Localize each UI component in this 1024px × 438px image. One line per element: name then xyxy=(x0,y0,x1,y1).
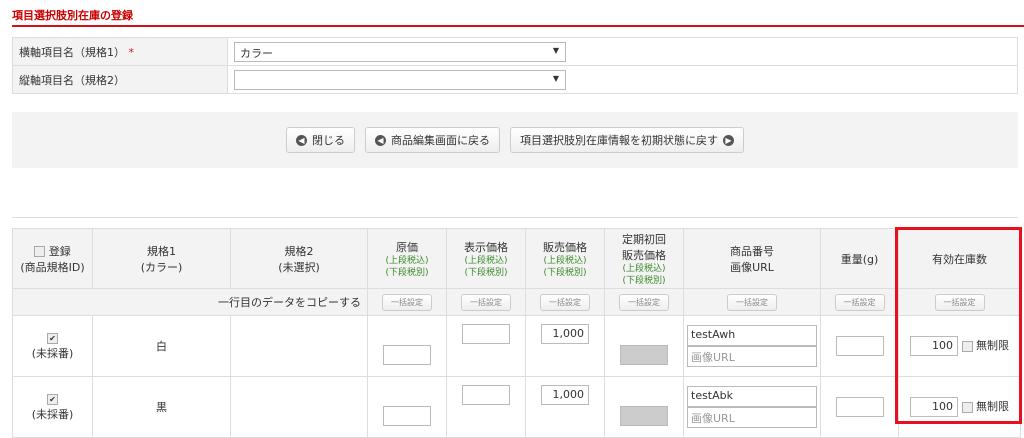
spec2-value xyxy=(230,315,368,377)
product-code-input[interactable]: testAwh xyxy=(687,325,817,346)
sale-price-input[interactable]: 1,000 xyxy=(541,324,589,344)
row1-label: 横軸項目名（規格1） * xyxy=(12,37,228,66)
sale-price-input[interactable]: 1,000 xyxy=(541,385,589,405)
header-spec2: 規格2 (未選択) xyxy=(230,228,368,289)
product-code-input[interactable]: testAbk xyxy=(687,386,817,407)
image-url-input[interactable]: 画像URL xyxy=(687,346,817,367)
header-subscription-price: 定期初回 販売価格 (上段税込) (下段税別) xyxy=(604,228,684,289)
close-button[interactable]: ◀ 閉じる xyxy=(286,127,355,153)
bulk-set-code-button[interactable]: 一括設定 xyxy=(727,293,777,311)
action-bar: ◀ 閉じる ◀ 商品編集画面に戻る 項目選択肢別在庫情報を初期状態に戻す ▶ xyxy=(12,112,1018,168)
chevron-down-icon: ▼ xyxy=(552,73,559,83)
required-mark: * xyxy=(128,45,135,59)
page-title: 項目選択肢別在庫の登録 xyxy=(12,9,133,22)
cost-input[interactable] xyxy=(383,345,431,365)
bulk-set-sale-button[interactable]: 一括設定 xyxy=(540,293,590,311)
subscription-price-input xyxy=(620,406,668,426)
chevron-right-icon: ▶ xyxy=(723,134,734,146)
spec2-value xyxy=(230,376,368,438)
table-row: ✔ (未採番) 黒 1,000 testAbk 画像URL 100 無制限 xyxy=(12,376,1021,438)
chevron-left-icon: ◀ xyxy=(375,134,386,146)
register-checkbox[interactable]: ✔ xyxy=(47,333,58,344)
copy-first-row-label: 一行目のデータをコピーする xyxy=(12,288,368,316)
header-display-price: 表示価格 (上段税込) (下段税別) xyxy=(446,228,526,289)
header-register: 登録 (商品規格ID) xyxy=(12,228,93,289)
reset-button[interactable]: 項目選択肢別在庫情報を初期状態に戻す ▶ xyxy=(510,127,744,153)
bulk-set-cost-button[interactable]: 一括設定 xyxy=(382,293,432,311)
spec1-value: 黒 xyxy=(92,376,231,438)
bulk-set-weight-button[interactable]: 一括設定 xyxy=(834,293,885,311)
bulk-set-display-button[interactable]: 一括設定 xyxy=(461,293,511,311)
chevron-left-icon: ◀ xyxy=(296,134,307,146)
divider xyxy=(12,217,1018,218)
axis-form: 横軸項目名（規格1） * カラー ▼ 縦軸項目名（規格2） ▼ xyxy=(12,37,1018,94)
stock-table: 登録 (商品規格ID) 規格1 (カラー) 規格2 (未選択) 原価 (上段税込) (下段… xyxy=(12,228,1021,438)
select-all-checkbox[interactable] xyxy=(34,246,46,257)
back-to-edit-button[interactable]: ◀ 商品編集画面に戻る xyxy=(365,127,500,153)
spec1-select[interactable]: カラー ▼ xyxy=(234,41,566,62)
table-row: ✔ (未採番) 白 1,000 testAwh 画像URL 100 無制限 xyxy=(12,315,1021,377)
spec2-select[interactable]: ▼ xyxy=(234,69,566,90)
header-spec1: 規格1 (カラー) xyxy=(92,228,231,289)
weight-input[interactable] xyxy=(835,336,884,356)
header-sale-price: 販売価格 (上段税込) (下段税別) xyxy=(525,228,605,289)
cost-input[interactable] xyxy=(383,406,431,426)
title-underline xyxy=(12,25,1024,27)
display-price-input[interactable] xyxy=(462,324,510,344)
chevron-down-icon: ▼ xyxy=(552,45,559,55)
header-cost: 原価 (上段税込) (下段税別) xyxy=(367,228,447,289)
header-weight: 重量(g) xyxy=(820,228,899,289)
register-checkbox[interactable]: ✔ xyxy=(47,394,58,405)
bulk-set-subscription-button[interactable]: 一括設定 xyxy=(619,293,669,311)
row2-label: 縦軸項目名（規格2） xyxy=(12,65,228,94)
stock-column-highlight xyxy=(895,227,1022,424)
weight-input[interactable] xyxy=(835,397,884,417)
display-price-input[interactable] xyxy=(462,385,510,405)
header-code: 商品番号 画像URL xyxy=(683,228,821,289)
image-url-input[interactable]: 画像URL xyxy=(687,407,817,428)
spec1-value: 白 xyxy=(92,315,231,377)
subscription-price-input xyxy=(620,345,668,365)
